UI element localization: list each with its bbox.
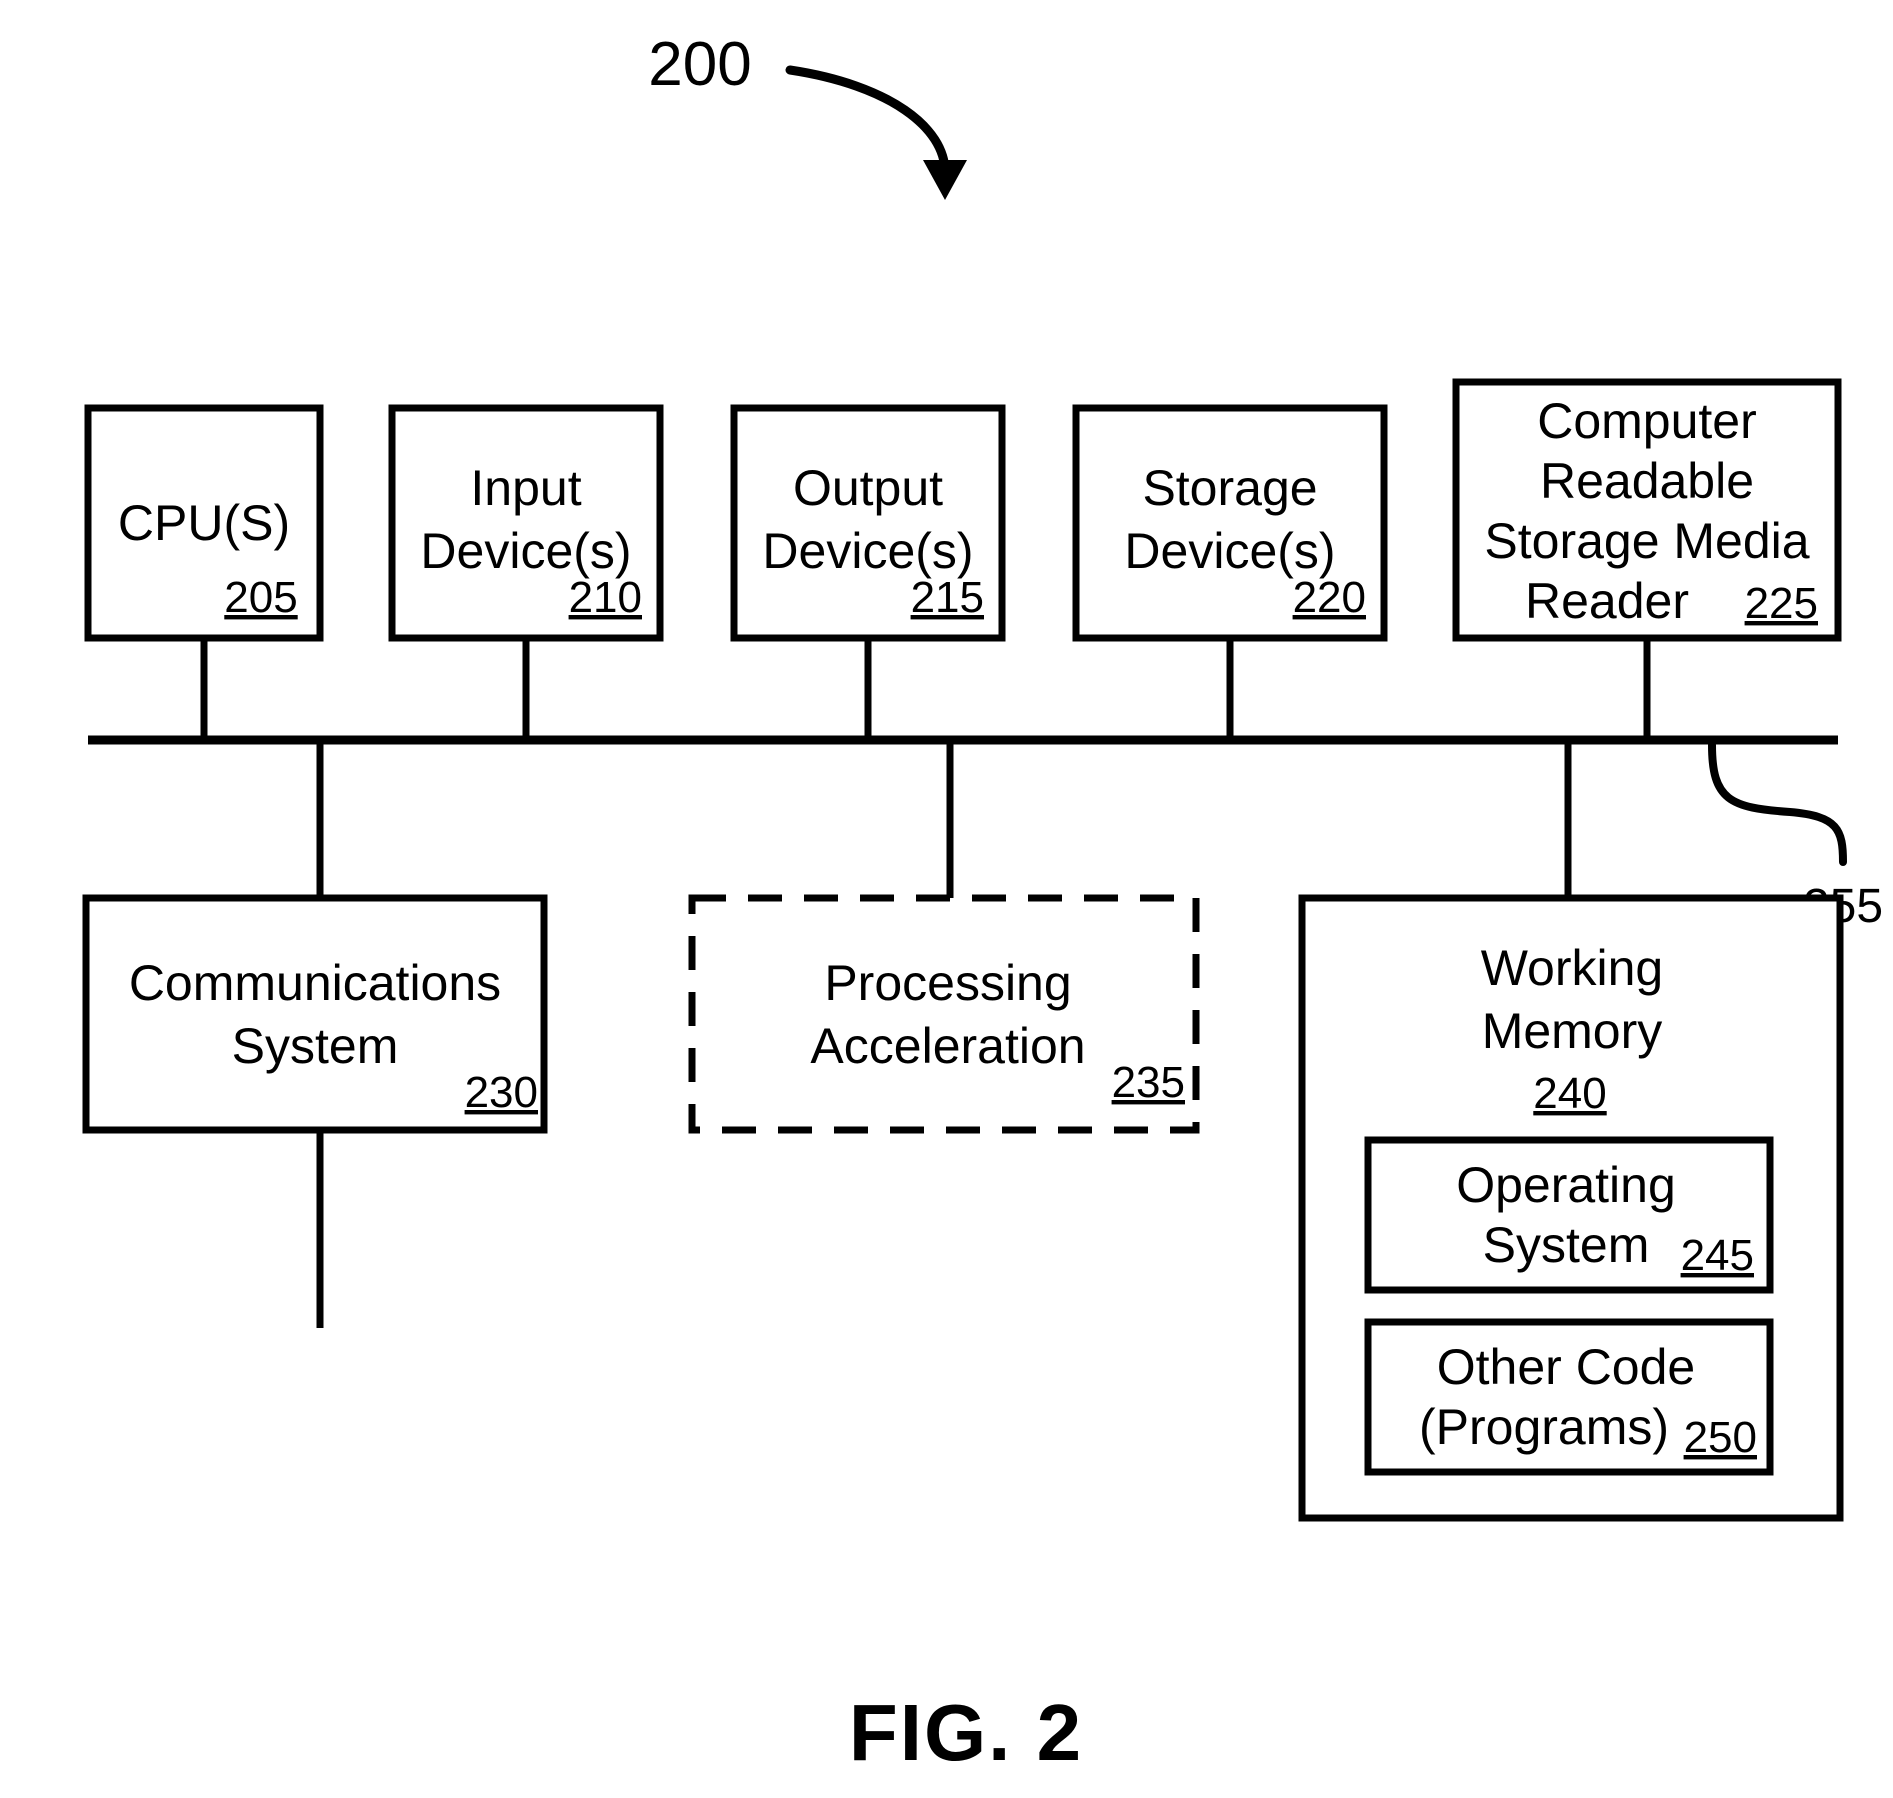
- box-working-memory-label-line-1: Working: [1481, 940, 1663, 996]
- box-storage-devices-ref: 220: [1293, 573, 1366, 622]
- box-communications-system-label-line-2: System: [232, 1018, 399, 1074]
- box-output-devices-ref: 215: [911, 573, 984, 622]
- box-output-devices-label-line-1: Output: [793, 460, 943, 516]
- box-operating-system[interactable]: Operating System 245: [1364, 1136, 1774, 1294]
- box-storage-devices-label-line-2: Device(s): [1124, 523, 1335, 579]
- box-other-code[interactable]: Other Code (Programs) 250: [1364, 1318, 1774, 1476]
- box-crsm-reader-label-line-4: Reader: [1525, 573, 1689, 629]
- box-crsm-reader-label-line-3: Storage Media: [1484, 513, 1809, 569]
- box-input-devices-label-line-2: Device(s): [420, 523, 631, 579]
- figure-caption: FIG. 2: [849, 1688, 1083, 1777]
- box-cpu-label-line-1: CPU(S): [118, 495, 290, 551]
- box-input-devices-label-line-1: Input: [470, 460, 581, 516]
- box-working-memory-label-line-2: Memory: [1482, 1003, 1663, 1059]
- box-cpu[interactable]: CPU(S) 205: [84, 404, 324, 642]
- box-operating-system-ref: 245: [1681, 1231, 1754, 1280]
- box-operating-system-label-line-1: Operating: [1456, 1157, 1676, 1213]
- box-other-code-label-line-1: Other Code: [1437, 1339, 1695, 1395]
- diagram-canvas: 200 CPU(S) 205 Input Device(s) 210 Outpu…: [82, 30, 1883, 1777]
- system-leader-arrowhead: [923, 160, 967, 200]
- box-output-devices[interactable]: Output Device(s) 215: [730, 404, 1006, 642]
- box-output-devices-label-line-2: Device(s): [762, 523, 973, 579]
- box-crsm-reader-label-line-2: Readable: [1540, 453, 1754, 509]
- box-processing-acceleration[interactable]: Processing Acceleration 235: [688, 894, 1200, 1134]
- box-input-devices-ref: 210: [569, 573, 642, 622]
- system-reference-number: 200: [648, 30, 751, 99]
- box-communications-system[interactable]: Communications System 230: [82, 894, 548, 1134]
- figure-2-block-diagram: 200 CPU(S) 205 Input Device(s) 210 Outpu…: [0, 0, 1893, 1798]
- box-crsm-reader-ref: 225: [1745, 579, 1818, 628]
- box-communications-system-label-line-1: Communications: [129, 955, 501, 1011]
- box-storage-devices-label-line-1: Storage: [1142, 460, 1317, 516]
- box-other-code-label-line-2: (Programs): [1419, 1399, 1669, 1455]
- box-processing-acceleration-label-line-1: Processing: [824, 955, 1071, 1011]
- box-working-memory-ref: 240: [1533, 1069, 1606, 1118]
- box-other-code-ref: 250: [1684, 1413, 1757, 1462]
- box-storage-devices[interactable]: Storage Device(s) 220: [1072, 404, 1388, 642]
- box-working-memory[interactable]: Working Memory 240 Operating System 245 …: [1298, 894, 1844, 1522]
- box-input-devices[interactable]: Input Device(s) 210: [388, 404, 664, 642]
- box-crsm-reader[interactable]: Computer Readable Storage Media Reader 2…: [1452, 378, 1842, 642]
- box-processing-acceleration-label-line-2: Acceleration: [810, 1018, 1085, 1074]
- bus-leader-curve: [1708, 741, 1847, 866]
- box-communications-system-ref: 230: [465, 1068, 538, 1117]
- box-processing-acceleration-ref: 235: [1112, 1058, 1185, 1107]
- box-crsm-reader-label-line-1: Computer: [1537, 393, 1757, 449]
- system-leader-curve: [785, 65, 950, 177]
- box-cpu-ref: 205: [224, 573, 297, 622]
- box-operating-system-label-line-2: System: [1483, 1217, 1650, 1273]
